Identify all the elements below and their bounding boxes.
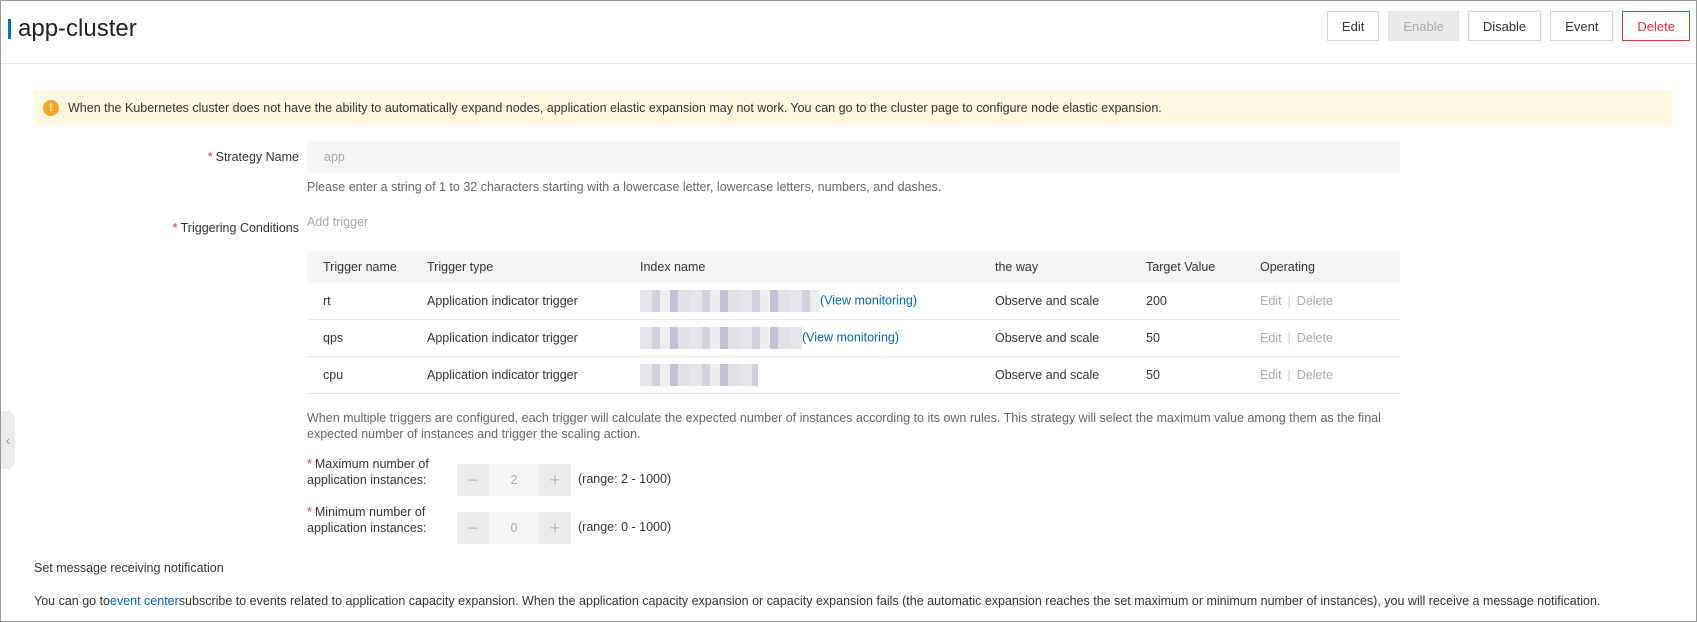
index-name-cell	[640, 356, 995, 394]
row-edit-link[interactable]: Edit	[1260, 368, 1282, 382]
column-header: the way	[995, 251, 1146, 283]
edit-button[interactable]: Edit	[1326, 11, 1380, 41]
plus-icon[interactable]: +	[539, 512, 571, 544]
trigger-type: Application indicator trigger	[427, 319, 640, 357]
page-header: app-cluster Edit Enable Disable Event De…	[1, 1, 1696, 64]
strategy-name-hint: Please enter a string of 1 to 32 charact…	[307, 180, 942, 194]
column-header: Target Value	[1146, 251, 1260, 283]
row-delete-link[interactable]: Delete	[1297, 331, 1333, 345]
index-name-cell: (View monitoring)	[640, 283, 995, 320]
trigger-way: Observe and scale	[995, 356, 1146, 394]
add-trigger-link[interactable]: Add trigger	[307, 215, 368, 229]
min-instances-range: (range: 0 - 1000)	[578, 520, 672, 534]
minus-icon[interactable]: −	[457, 512, 489, 544]
plus-icon[interactable]: +	[539, 464, 571, 496]
notification-text: You can go toevent centersubscribe to ev…	[34, 594, 1601, 608]
redacted-index-name	[640, 290, 820, 312]
max-instances-value[interactable]: 2	[489, 464, 539, 496]
max-instances-label: * Maximum number of application instances…	[307, 457, 429, 487]
column-header: Trigger name	[307, 251, 427, 283]
operating-cell: Edit | Delete	[1260, 283, 1400, 320]
column-header: Operating	[1260, 251, 1400, 283]
header-actions: Edit Enable Disable Event Delete	[1326, 11, 1690, 41]
event-center-link[interactable]: event center	[110, 594, 179, 608]
view-monitoring-link[interactable]: (View monitoring)	[820, 293, 917, 307]
warning-icon: !	[43, 99, 59, 116]
min-instances-value[interactable]: 0	[489, 512, 539, 544]
min-instances-label: * Minimum number of application instances…	[307, 505, 427, 535]
collapse-chevron-left-icon[interactable]: ‹	[1, 411, 15, 469]
page-title: app-cluster	[18, 15, 137, 42]
warning-alert: ! When the Kubernetes cluster does not h…	[34, 90, 1672, 125]
max-instances-stepper: − 2 +	[457, 464, 571, 496]
trigger-name: qps	[307, 319, 427, 357]
trigger-table: Trigger name Trigger type Index name the…	[307, 251, 1400, 394]
trigger-way: Observe and scale	[995, 283, 1146, 320]
row-delete-link[interactable]: Delete	[1297, 368, 1333, 382]
event-button[interactable]: Event	[1550, 11, 1614, 41]
min-instances-stepper: − 0 +	[457, 512, 571, 544]
trigger-type: Application indicator trigger	[427, 283, 640, 320]
minus-icon[interactable]: −	[457, 464, 489, 496]
table-header-row: Trigger name Trigger type Index name the…	[307, 251, 1400, 283]
index-name-cell: (View monitoring)	[640, 319, 995, 357]
target-value: 50	[1146, 356, 1260, 394]
multi-trigger-note: When multiple triggers are configured, e…	[307, 411, 1381, 441]
trigger-name: cpu	[307, 356, 427, 394]
target-value: 200	[1146, 283, 1260, 320]
table-row: rt Application indicator trigger (View m…	[307, 283, 1400, 320]
notification-section-title: Set message receiving notification	[34, 561, 224, 575]
operating-cell: Edit | Delete	[1260, 319, 1400, 357]
max-instances-range: (range: 2 - 1000)	[578, 472, 672, 486]
target-value: 50	[1146, 319, 1260, 357]
operating-cell: Edit | Delete	[1260, 356, 1400, 394]
enable-button[interactable]: Enable	[1388, 11, 1459, 41]
trigger-type: Application indicator trigger	[427, 356, 640, 394]
view-monitoring-link[interactable]: (View monitoring)	[802, 330, 899, 344]
row-edit-link[interactable]: Edit	[1260, 294, 1282, 308]
table-row: cpu Application indicator trigger Observ…	[307, 356, 1400, 394]
trigger-name: rt	[307, 283, 427, 320]
trigger-way: Observe and scale	[995, 319, 1146, 357]
column-header: Trigger type	[427, 251, 640, 283]
disable-button[interactable]: Disable	[1467, 11, 1542, 41]
column-header: Index name	[640, 251, 995, 283]
redacted-index-name	[640, 364, 758, 386]
strategy-name-label: * Strategy Name	[207, 150, 299, 164]
strategy-name-input[interactable]: app	[307, 141, 1400, 173]
table-row: qps Application indicator trigger (View …	[307, 319, 1400, 357]
alert-text: When the Kubernetes cluster does not hav…	[68, 100, 1162, 115]
delete-button[interactable]: Delete	[1622, 11, 1690, 41]
triggering-conditions-label: * Triggering Conditions	[172, 221, 299, 235]
title-accent-bar	[8, 19, 11, 39]
row-delete-link[interactable]: Delete	[1297, 294, 1333, 308]
row-edit-link[interactable]: Edit	[1260, 331, 1282, 345]
redacted-index-name	[640, 327, 802, 349]
